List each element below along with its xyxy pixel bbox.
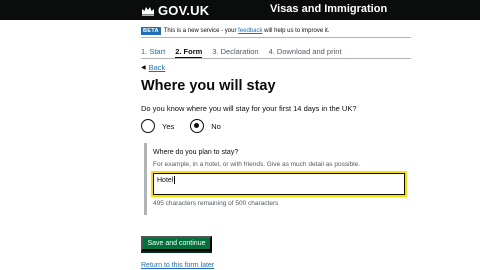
banner-text-before: This is a new service - your bbox=[163, 27, 239, 34]
govuk-logo[interactable]: GOV.UK bbox=[141, 2, 209, 18]
conditional-reveal: Where do you plan to stay? For example, … bbox=[144, 143, 407, 215]
stay-question: Do you know where you will stay for your… bbox=[141, 104, 357, 113]
logo-text: GOV.UK bbox=[158, 2, 210, 18]
radio-yes-circle[interactable] bbox=[141, 119, 155, 133]
steps-divider bbox=[141, 58, 411, 59]
stay-plan-hint: For example, in a hotel, or with friends… bbox=[153, 161, 361, 168]
site-header: GOV.UK Visas and Immigration bbox=[0, 0, 480, 20]
back-link[interactable]: ◀ Back bbox=[141, 63, 165, 72]
phase-banner-text: This is a new service - your feedback wi… bbox=[164, 28, 330, 34]
feedback-link[interactable]: feedback bbox=[238, 28, 262, 34]
radio-group: Yes No bbox=[141, 119, 237, 133]
crown-icon bbox=[142, 6, 154, 16]
return-later-link[interactable]: Return to this form later bbox=[141, 262, 214, 269]
banner-text-after: will help us to improve it. bbox=[262, 27, 330, 34]
back-arrow-icon: ◀ bbox=[141, 65, 146, 71]
back-link-label: Back bbox=[148, 63, 166, 72]
stay-plan-label: Where do you plan to stay? bbox=[153, 149, 239, 156]
stay-plan-textarea[interactable]: Hotel bbox=[151, 171, 407, 197]
save-and-continue-button[interactable]: Save and continue bbox=[141, 236, 212, 251]
beta-tag: BETA bbox=[141, 26, 161, 35]
radio-yes[interactable]: Yes bbox=[141, 119, 174, 133]
radio-no[interactable]: No bbox=[190, 119, 221, 133]
character-counter: 495 characters remaining of 500 characte… bbox=[153, 200, 279, 207]
radio-yes-label[interactable]: Yes bbox=[162, 122, 174, 131]
radio-no-label[interactable]: No bbox=[211, 122, 221, 131]
phase-banner: BETA This is a new service - your feedba… bbox=[141, 25, 411, 38]
service-name[interactable]: Visas and Immigration bbox=[270, 3, 387, 15]
page-title: Where you will stay bbox=[141, 78, 276, 94]
radio-no-circle[interactable] bbox=[190, 119, 205, 133]
